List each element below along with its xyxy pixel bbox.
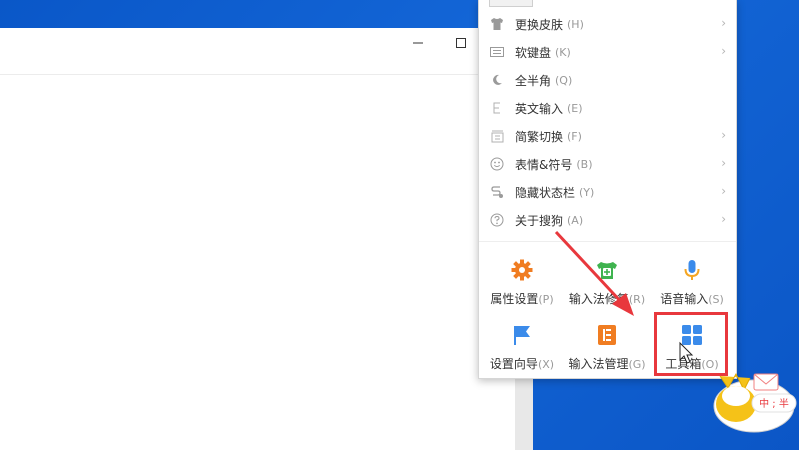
- status-text: 中 ; 半: [759, 397, 789, 410]
- menu-item-shortcut: (Y): [579, 185, 595, 199]
- tool-shortcut: (P): [538, 293, 554, 306]
- tool-label: 输入法修复: [568, 292, 629, 306]
- tool-label: 设置向导: [489, 357, 538, 371]
- chevron-right-icon: ›: [721, 128, 726, 142]
- menu-item-shortcut: (Q): [555, 73, 573, 87]
- menu-item-shortcut: (B): [576, 157, 593, 171]
- menu-item-english-input[interactable]: 英文输入 (E): [479, 94, 736, 122]
- chevron-right-icon: ›: [721, 44, 726, 58]
- chevron-right-icon: ›: [721, 212, 726, 226]
- menu-item-label: 软键盘: [515, 45, 552, 60]
- smiley-icon: [489, 156, 505, 172]
- skin-plus-icon: [597, 262, 617, 279]
- chevron-right-icon: ›: [721, 156, 726, 170]
- tool-shortcut: (G): [628, 358, 646, 371]
- tool-shortcut: (X): [537, 358, 555, 371]
- menu-item-label: 更换皮肤: [515, 17, 564, 32]
- menu-item-label: 隐藏状态栏: [515, 185, 576, 200]
- tool-label: 语音输入: [660, 292, 709, 306]
- menu-item-shortcut: (K): [555, 45, 571, 59]
- menu-item-soft-keyboard[interactable]: 软键盘 (K) ›: [479, 38, 736, 66]
- chevron-right-icon: ›: [721, 16, 726, 30]
- question-icon: [489, 212, 505, 228]
- menu-item-label: 表情&符号: [515, 157, 573, 172]
- menu-divider: [479, 241, 736, 242]
- menu-item-shortcut: (A): [567, 213, 584, 227]
- menu-item-change-skin[interactable]: 更换皮肤 (H) ›: [479, 10, 736, 38]
- simplified-traditional-icon: [489, 128, 505, 144]
- menu-item-hide-statusbar[interactable]: 隐藏状态栏 (Y) ›: [479, 178, 736, 206]
- moon-icon: [489, 72, 505, 88]
- gear-icon: [511, 259, 533, 281]
- tool-label: 属性设置: [490, 292, 539, 306]
- letter-e-icon: [489, 100, 505, 116]
- menu-item-emoji-symbols[interactable]: 表情&符号 (B) ›: [479, 150, 736, 178]
- tool-property-settings[interactable]: 属性设置(P): [480, 258, 564, 316]
- chevron-right-icon: ›: [721, 184, 726, 198]
- minimize-icon[interactable]: [405, 32, 431, 58]
- tool-label: 输入法管理: [568, 357, 629, 371]
- hide-statusbar-icon: [489, 184, 505, 200]
- maximize-icon[interactable]: [448, 32, 474, 58]
- menu-item-label: 全半角: [515, 73, 552, 88]
- menu-item-simplified-traditional[interactable]: 简繁切换 (F) ›: [479, 122, 736, 150]
- menu-item-full-half-width[interactable]: 全半角 (Q): [479, 66, 736, 94]
- menu-item-shortcut: (H): [567, 17, 584, 31]
- tool-setup-wizard[interactable]: 设置向导(X): [480, 323, 564, 381]
- menu-item-about-sogou[interactable]: 关于搜狗 (A) ›: [479, 206, 736, 234]
- menu-item-shortcut: (E): [567, 101, 583, 115]
- background-window: [0, 28, 515, 450]
- tool-voice-input[interactable]: 语音输入(S): [650, 258, 734, 316]
- microphone-icon: [684, 260, 700, 280]
- window-titlebar: [0, 28, 515, 75]
- tool-shortcut: (R): [628, 293, 646, 306]
- menu-item-shortcut: (F): [567, 129, 582, 143]
- keyboard-icon: [489, 44, 505, 60]
- menu-item-label: 英文输入: [515, 101, 564, 116]
- tool-shortcut: (S): [708, 293, 724, 306]
- flag-icon: [514, 326, 530, 345]
- sogou-mascot-statusbar[interactable]: 中 ; 半: [706, 358, 799, 450]
- manager-icon: [598, 325, 616, 345]
- menu-item-label: 简繁切换: [515, 129, 564, 144]
- menu-item-label: 关于搜狗: [515, 213, 564, 228]
- shirt-icon: [489, 16, 505, 32]
- tool-input-repair[interactable]: 输入法修复(R): [565, 258, 649, 316]
- menu-top-tab: [489, 0, 533, 7]
- tool-input-manager[interactable]: 输入法管理(G): [565, 323, 649, 381]
